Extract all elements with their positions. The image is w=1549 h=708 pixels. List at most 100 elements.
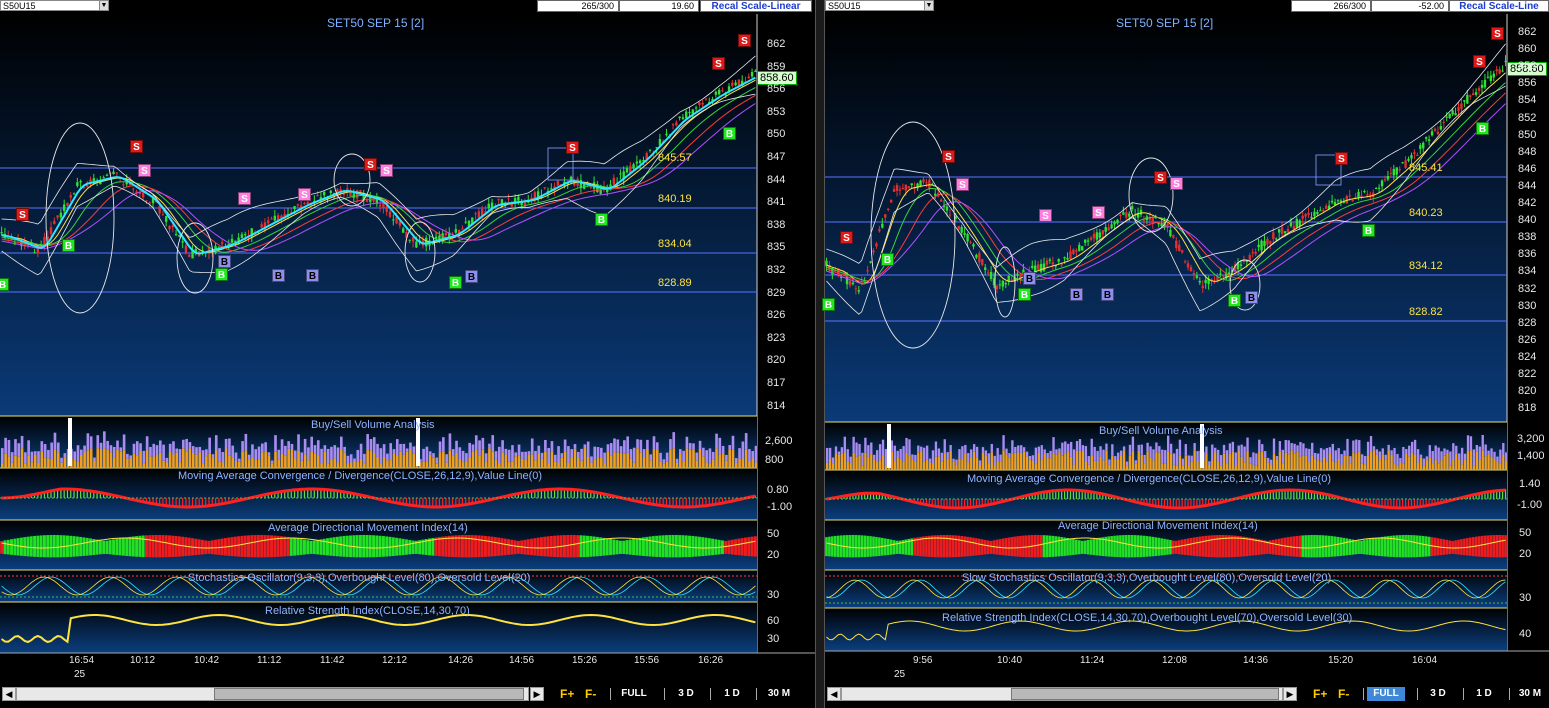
volume-bar bbox=[1184, 455, 1187, 470]
volume-bar bbox=[497, 446, 501, 464]
volume-bar bbox=[1363, 464, 1367, 470]
volume-bar bbox=[521, 451, 524, 459]
volume-bar bbox=[931, 463, 935, 470]
candle-body bbox=[158, 206, 161, 214]
scroll-left-button[interactable]: ◀ bbox=[827, 687, 841, 701]
sell-signal-marker: S bbox=[238, 192, 251, 205]
level-label: 845.57 bbox=[658, 152, 692, 164]
volume-bar bbox=[1055, 449, 1058, 455]
chart-title: SET50 SEP 15 [2] bbox=[327, 16, 425, 30]
timeframe-3d-button[interactable]: 3 D bbox=[668, 687, 704, 701]
volume-bar bbox=[1075, 441, 1079, 451]
volume-bar bbox=[1258, 439, 1261, 452]
zoom-in-button[interactable]: F+ bbox=[1313, 687, 1327, 701]
day-label: 25 bbox=[894, 669, 906, 680]
sell-signal-marker: S bbox=[364, 158, 377, 171]
volume-bar bbox=[1346, 438, 1349, 456]
scroll-left-button[interactable]: ◀ bbox=[2, 687, 16, 701]
zoom-out-button[interactable]: F- bbox=[1338, 687, 1349, 701]
volume-bar bbox=[705, 462, 708, 468]
volume-bar bbox=[30, 451, 34, 463]
volume-bar bbox=[323, 445, 327, 452]
volume-bar bbox=[379, 448, 383, 464]
volume-bar bbox=[570, 449, 574, 458]
volume-bar bbox=[642, 449, 646, 458]
volume-bar bbox=[491, 451, 495, 468]
candle-body bbox=[1357, 191, 1360, 198]
buy-signal-marker: B bbox=[1228, 294, 1241, 307]
price-tick: 830 bbox=[1518, 299, 1537, 312]
volume-bar bbox=[893, 461, 896, 470]
time-label: 11:42 bbox=[320, 655, 345, 666]
timeframe-1d-button[interactable]: 1 D bbox=[1467, 687, 1501, 701]
volume-bar bbox=[1349, 456, 1352, 464]
sell-signal-marker: S bbox=[942, 150, 955, 163]
time-label: 16:26 bbox=[698, 655, 724, 666]
volume-bar bbox=[858, 443, 861, 456]
candle-body bbox=[694, 107, 698, 109]
candle-body bbox=[1060, 264, 1063, 266]
volume-bar bbox=[934, 456, 938, 470]
volume-bar bbox=[1334, 462, 1337, 470]
volume-bar bbox=[359, 443, 363, 459]
zoom-in-button[interactable]: F+ bbox=[560, 687, 574, 701]
volume-bar bbox=[925, 459, 929, 470]
timeframe-1d-button[interactable]: 1 D bbox=[714, 687, 750, 701]
volume-bar bbox=[1281, 463, 1284, 470]
volume-bar bbox=[83, 452, 86, 468]
volume-bar bbox=[583, 448, 587, 468]
volume-bar bbox=[754, 462, 758, 468]
volume-bar bbox=[1111, 444, 1114, 456]
timeframe-full-button[interactable]: FULL bbox=[614, 687, 654, 701]
candle-body bbox=[1119, 214, 1122, 216]
volume-bar bbox=[870, 454, 873, 470]
volume-bar bbox=[855, 456, 858, 470]
scrollbar-thumb[interactable] bbox=[214, 688, 524, 700]
volume-bar bbox=[603, 463, 606, 468]
volume-bar bbox=[191, 446, 195, 453]
sell-signal-marker: S bbox=[138, 164, 151, 177]
candle-body bbox=[960, 226, 963, 233]
volume-bar bbox=[1146, 451, 1149, 470]
volume-bar bbox=[725, 460, 728, 468]
volume-bar bbox=[221, 451, 225, 463]
volume-bar bbox=[392, 453, 396, 468]
candle-body bbox=[1430, 131, 1434, 136]
candle-body bbox=[734, 82, 737, 86]
candle-body bbox=[1489, 75, 1493, 81]
scroll-right-button[interactable]: ▶ bbox=[530, 687, 544, 701]
timeframe-30m-button[interactable]: 30 M bbox=[760, 687, 798, 701]
volume-bar bbox=[43, 457, 47, 468]
volume-bar bbox=[1269, 459, 1273, 465]
candle-body bbox=[148, 202, 151, 204]
timeframe-full-button[interactable]: FULL bbox=[1367, 687, 1405, 701]
volume-bar bbox=[1452, 459, 1455, 470]
sell-signal-marker: S bbox=[1473, 55, 1486, 68]
volume-bar bbox=[106, 440, 109, 450]
sell-signal-marker: S bbox=[130, 140, 143, 153]
volume-bar bbox=[261, 443, 264, 453]
time-label: 11:12 bbox=[257, 655, 282, 666]
pane-splitter[interactable] bbox=[815, 0, 825, 708]
timeframe-3d-button[interactable]: 3 D bbox=[1421, 687, 1455, 701]
volume-bar bbox=[293, 458, 297, 468]
level-label: 828.82 bbox=[1409, 306, 1443, 318]
candle-body bbox=[230, 238, 234, 243]
scroll-right-button[interactable]: ▶ bbox=[1283, 687, 1297, 701]
candle-body bbox=[1330, 200, 1334, 203]
volume-bar bbox=[208, 453, 211, 468]
volume-bar bbox=[145, 436, 149, 451]
volume-bar bbox=[188, 442, 192, 449]
sell-signal-marker: S bbox=[1154, 171, 1167, 184]
volume-bar bbox=[83, 445, 86, 453]
volume-bar bbox=[425, 461, 429, 468]
volume-bar bbox=[313, 453, 317, 468]
scrollbar-thumb[interactable] bbox=[1011, 688, 1279, 700]
volume-bar bbox=[1102, 449, 1105, 461]
candle-body bbox=[925, 182, 928, 184]
timeframe-30m-button[interactable]: 30 M bbox=[1513, 687, 1547, 701]
volume-bar bbox=[399, 443, 402, 452]
candle-body bbox=[671, 124, 675, 126]
volume-bar bbox=[1466, 450, 1470, 470]
zoom-out-button[interactable]: F- bbox=[585, 687, 596, 701]
